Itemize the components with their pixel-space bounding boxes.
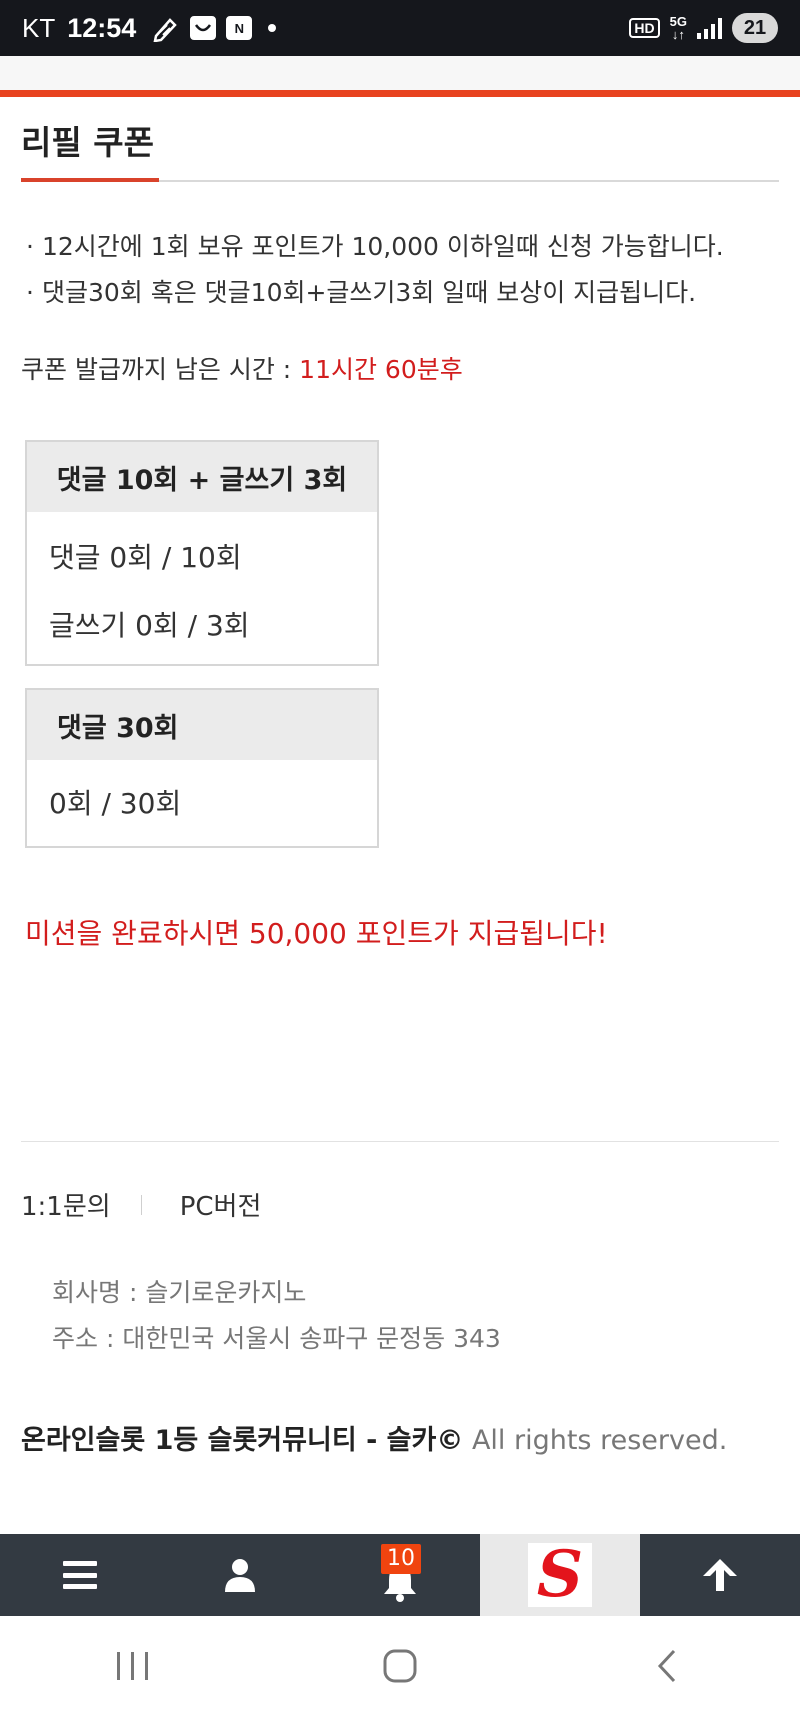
inquiry-link[interactable]: 1:1문의 [21, 1186, 111, 1223]
smile-app-icon [190, 16, 217, 40]
mission-header: 댓글 10회 + 글쓰기 3회 [27, 442, 377, 512]
pc-version-link[interactable]: PC버전 [180, 1186, 262, 1223]
mission-progress-comments: 0회 / 30회 [49, 787, 182, 820]
page-title: 리필 쿠폰 [21, 123, 154, 162]
clock: 12:54 [67, 12, 137, 43]
user-icon [225, 1559, 255, 1592]
home-logo-button[interactable]: S [480, 1534, 640, 1616]
battery-icon: 21 [732, 13, 778, 43]
home-icon [383, 1649, 417, 1683]
company-name: 회사명 : 슬기로운카지노 [52, 1278, 307, 1307]
bottom-nav: 10 S [0, 1534, 800, 1616]
company-info: 회사명 : 슬기로운카지노 주소 : 대한민국 서울시 송파구 문정동 343 [52, 1270, 501, 1362]
back-button[interactable] [627, 1636, 707, 1696]
footer-divider [21, 1141, 779, 1142]
timer-label: 쿠폰 발급까지 남은 시간 : [21, 355, 300, 384]
back-icon [657, 1649, 675, 1683]
info-item: 댓글30회 혹은 댓글10회+글쓰기3회 일때 보상이 지급됩니다. [26, 270, 796, 316]
copyright-rights: All rights reserved. [463, 1425, 728, 1456]
home-button[interactable] [360, 1636, 440, 1696]
scroll-top-button[interactable] [640, 1534, 800, 1616]
mission-card-comments: 댓글 30회 0회 / 30회 [25, 688, 379, 848]
site-logo: S [528, 1543, 592, 1607]
info-item: 12시간에 1회 보유 포인트가 10,000 이하일때 신청 가능합니다. [26, 224, 796, 270]
pencil-icon [152, 14, 180, 42]
hd-icon: HD [629, 18, 660, 38]
notification-dot-icon [268, 24, 277, 32]
status-bar: KT 12:54 N HD 5G ↓↑ 21 [0, 0, 800, 56]
arrow-up-icon [703, 1559, 737, 1591]
menu-icon [63, 1561, 97, 1589]
coupon-timer: 쿠폰 발급까지 남은 시간 : 11시간 60분후 [21, 350, 463, 386]
naver-icon: N [226, 16, 253, 40]
header-accent-bar [0, 90, 800, 97]
footer-separator [140, 1194, 142, 1215]
copyright: 온라인슬롯 1등 슬롯커뮤니티 - 슬카© All rights reserve… [21, 1418, 727, 1457]
system-nav-bar [0, 1616, 800, 1716]
profile-button[interactable] [160, 1534, 320, 1616]
carrier-label: KT [22, 12, 56, 43]
notification-badge: 10 [381, 1544, 421, 1574]
recent-apps-icon [117, 1652, 149, 1680]
footer-links: 1:1문의 PC버전 [21, 1186, 261, 1223]
mission-card-comment-write: 댓글 10회 + 글쓰기 3회 댓글 0회 / 10회 글쓰기 0회 / 3회 [25, 440, 379, 666]
signal-icon [697, 17, 722, 39]
mission-progress-comments: 댓글 0회 / 10회 [49, 541, 242, 574]
mission-header: 댓글 30회 [27, 690, 377, 760]
reward-notice: 미션을 완료하시면 50,000 포인트가 지급됩니다! [25, 917, 608, 950]
recent-apps-button[interactable] [93, 1636, 173, 1696]
5g-icon: 5G ↓↑ [669, 14, 687, 42]
info-list: 12시간에 1회 보유 포인트가 10,000 이하일때 신청 가능합니다. 댓… [26, 224, 796, 316]
menu-button[interactable] [0, 1534, 160, 1616]
mission-progress-posts: 글쓰기 0회 / 3회 [49, 609, 250, 642]
copyright-brand: 온라인슬롯 1등 슬롯커뮤니티 - 슬카© [21, 1425, 464, 1456]
notifications-button[interactable]: 10 [320, 1534, 480, 1616]
timer-value: 11시간 60분후 [299, 355, 463, 384]
header-remnant [0, 56, 800, 92]
company-address: 주소 : 대한민국 서울시 송파구 문정동 343 [52, 1324, 501, 1353]
title-underline [21, 178, 159, 182]
